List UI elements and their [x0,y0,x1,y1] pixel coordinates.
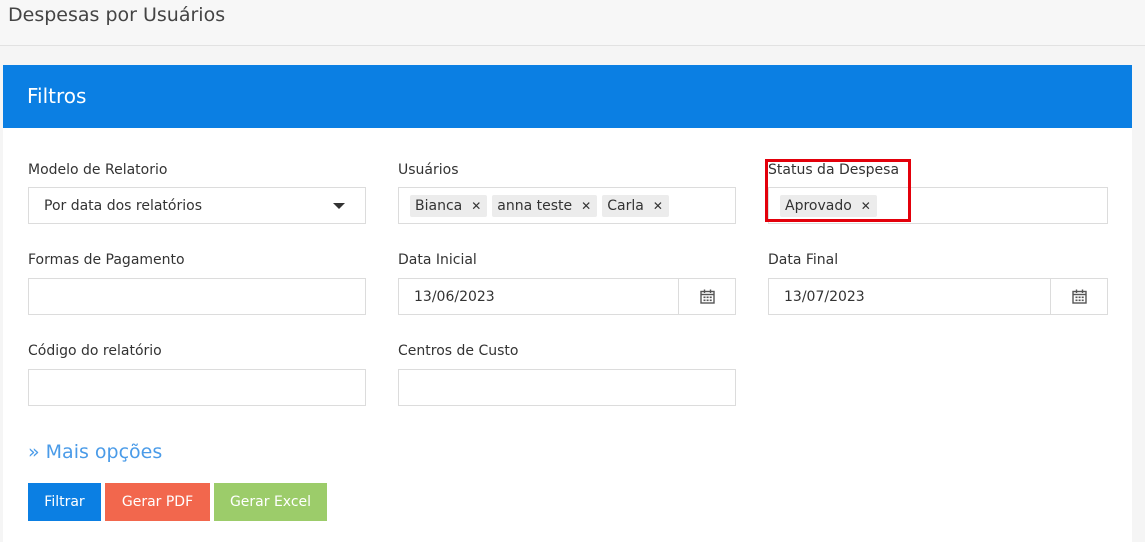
codigo-input[interactable] [28,369,366,406]
calendar-icon[interactable] [678,279,735,314]
user-chip: anna teste ✕ [492,195,598,217]
gerar-excel-button[interactable]: Gerar Excel [214,483,327,521]
modelo-select[interactable]: Por data dos relatórios [28,187,366,224]
panel-title: Filtros [27,84,87,108]
page-header: Despesas por Usuários [0,0,1145,46]
panel-heading: Filtros [3,65,1132,128]
filtrar-button[interactable]: Filtrar [28,483,101,521]
page-title: Despesas por Usuários [8,4,226,26]
close-icon[interactable]: ✕ [653,199,663,213]
status-chip: Aprovado ✕ [780,195,877,217]
user-chip: Bianca ✕ [410,195,488,217]
usuarios-multiselect[interactable]: Bianca ✕ anna teste ✕ Carla ✕ [398,187,736,224]
user-chip: Carla ✕ [602,195,669,217]
chip-label: anna teste [497,198,573,214]
chip-label: Bianca [415,198,463,214]
chip-label: Aprovado [785,198,852,214]
data-final-value: 13/07/2023 [784,289,865,305]
codigo-label: Código do relatório [28,343,162,359]
usuarios-label: Usuários [398,162,459,178]
status-multiselect[interactable]: Aprovado ✕ [768,187,1108,224]
calendar-icon[interactable] [1050,279,1107,314]
data-inicial-value: 13/06/2023 [414,289,495,305]
data-inicial-input[interactable]: 13/06/2023 [398,278,736,315]
data-final-input[interactable]: 13/07/2023 [768,278,1108,315]
modelo-select-value: Por data dos relatórios [44,198,202,214]
status-label: Status da Despesa [768,162,900,178]
modelo-label: Modelo de Relatorio [28,162,168,178]
gerar-pdf-button[interactable]: Gerar PDF [105,483,210,521]
caret-down-icon [333,203,345,209]
close-icon[interactable]: ✕ [861,199,871,213]
close-icon[interactable]: ✕ [581,199,591,213]
more-options-link[interactable]: » Mais opções [28,441,162,463]
centros-input[interactable] [398,369,736,406]
centros-label: Centros de Custo [398,343,519,359]
formas-input[interactable] [28,278,366,315]
data-final-label: Data Final [768,252,839,268]
close-icon[interactable]: ✕ [471,199,481,213]
chip-label: Carla [607,198,644,214]
data-inicial-label: Data Inicial [398,252,477,268]
formas-label: Formas de Pagamento [28,252,185,268]
